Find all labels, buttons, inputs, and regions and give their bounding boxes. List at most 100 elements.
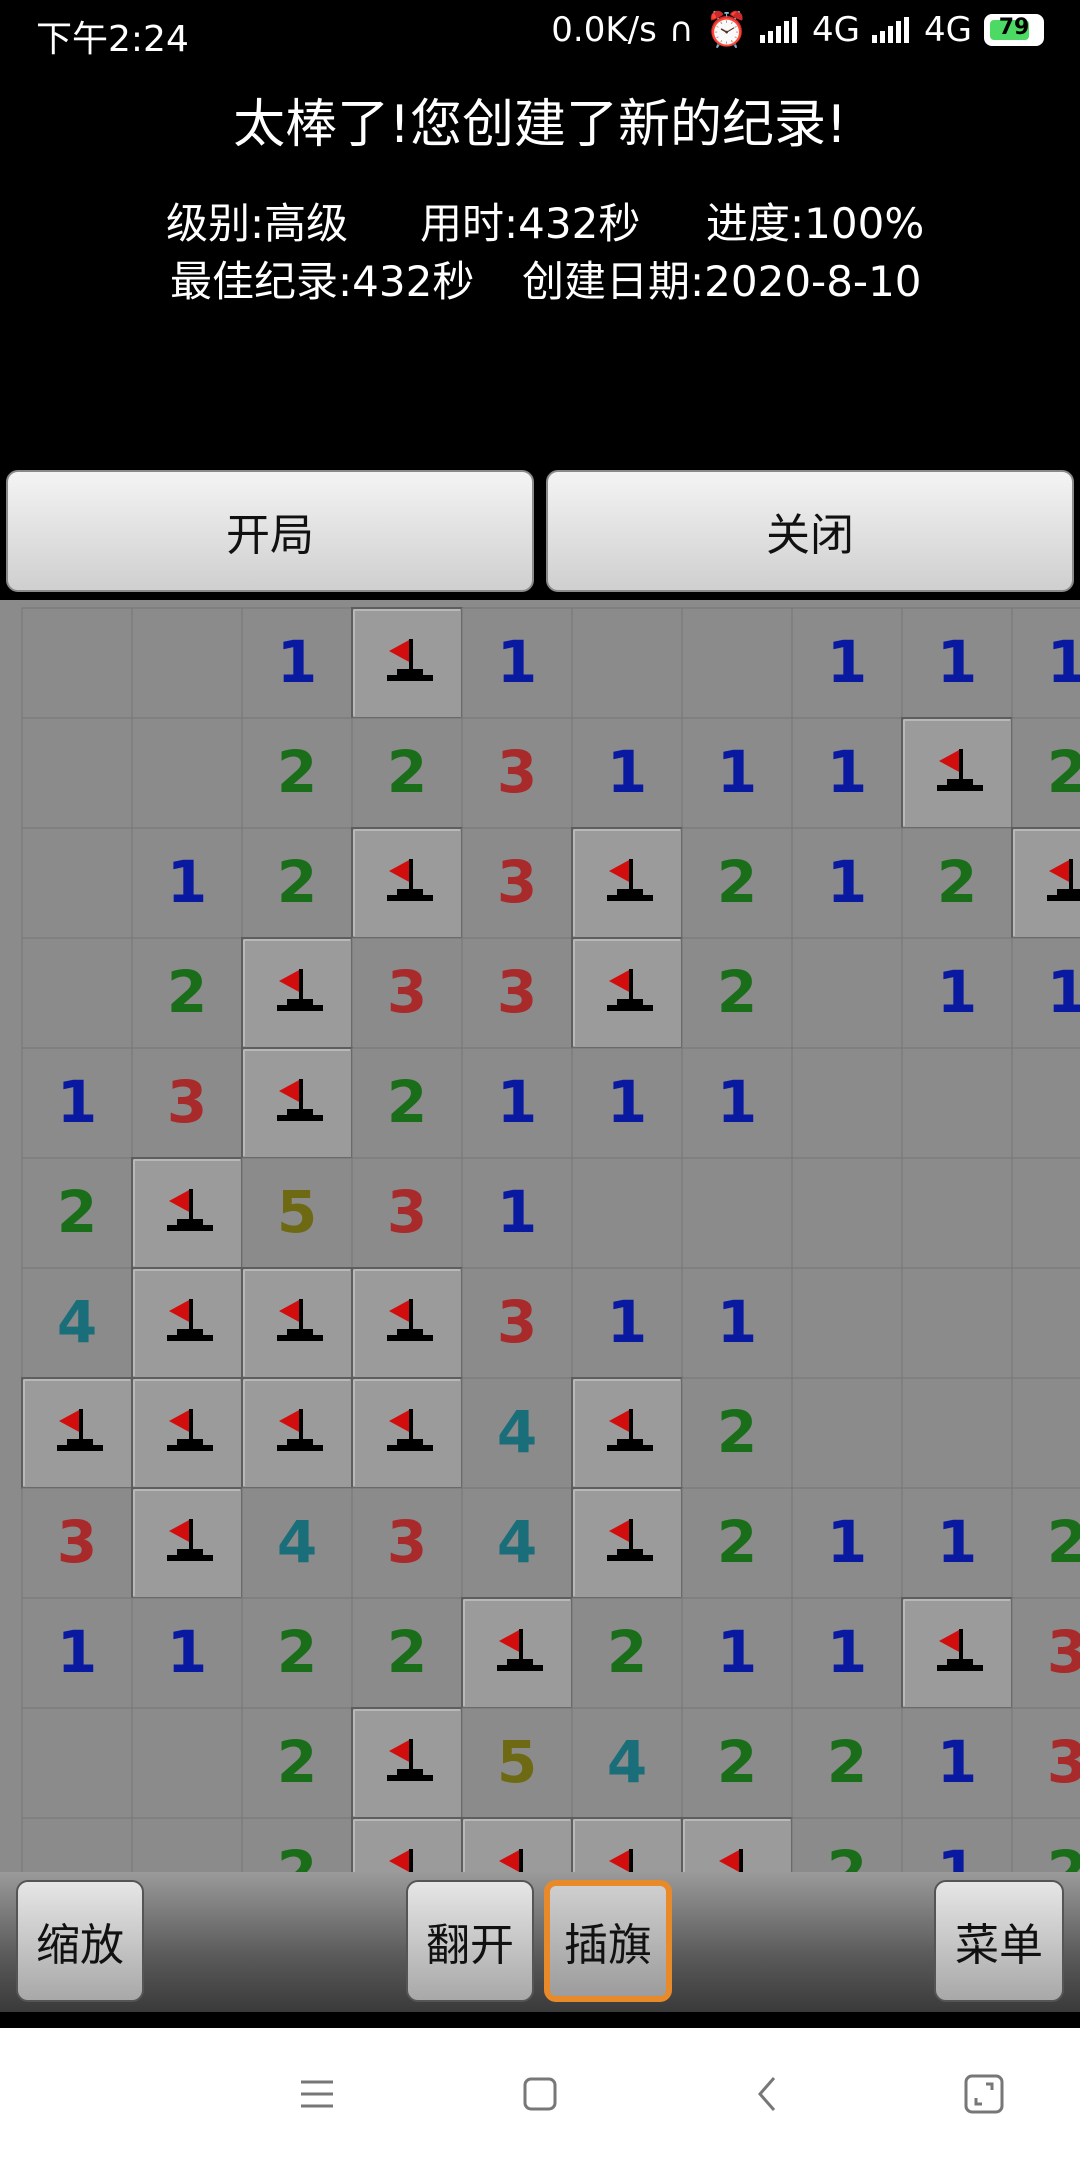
board-cell[interactable] [351, 1377, 463, 1489]
board-cell[interactable] [131, 1377, 243, 1489]
board-cell[interactable]: 1 [1011, 937, 1080, 1049]
board-cell[interactable]: 2 [241, 717, 353, 829]
board-cell[interactable]: 2 [681, 1707, 793, 1819]
board-cell[interactable] [21, 1707, 133, 1819]
board-cell[interactable]: 2 [241, 1707, 353, 1819]
board-cell[interactable] [131, 607, 243, 719]
board-cell[interactable] [791, 1157, 903, 1269]
board-cell[interactable]: 5 [241, 1157, 353, 1269]
board-cell[interactable]: 1 [791, 827, 903, 939]
board-cell[interactable] [241, 1047, 353, 1159]
board-cell[interactable]: 1 [681, 1597, 793, 1709]
board-cell[interactable] [571, 1817, 683, 1872]
board-cell[interactable]: 3 [1011, 1707, 1080, 1819]
board-cell[interactable]: 1 [901, 1707, 1013, 1819]
board-cell[interactable] [1011, 1047, 1080, 1159]
board-cell[interactable]: 1 [131, 1597, 243, 1709]
board-cell[interactable]: 1 [791, 607, 903, 719]
back-icon[interactable] [746, 2072, 790, 2116]
board-cell[interactable] [571, 1487, 683, 1599]
minesweeper-board[interactable]: 1 1 1 1 1 2 2 3 1 1 1 2 1 2 3 2 1 2 2 3 3 2 1 1 1 3 2 1 1 1 2 5 3 1 4 3 1 1 4 2… [0, 600, 1080, 1872]
board-cell[interactable]: 4 [241, 1487, 353, 1599]
board-cell[interactable]: 2 [241, 1817, 353, 1872]
board-cell[interactable] [571, 1377, 683, 1489]
board-cell[interactable] [571, 827, 683, 939]
board-cell[interactable]: 2 [131, 937, 243, 1049]
board-cell[interactable] [901, 717, 1013, 829]
board-cell[interactable] [241, 937, 353, 1049]
zoom-button[interactable]: 缩放 [16, 1880, 144, 2002]
board-cell[interactable] [131, 1707, 243, 1819]
board-cell[interactable]: 1 [21, 1047, 133, 1159]
board-cell[interactable]: 1 [791, 1487, 903, 1599]
board-cell[interactable] [351, 607, 463, 719]
board-cell[interactable]: 2 [1011, 717, 1080, 829]
board-cell[interactable]: 3 [461, 717, 573, 829]
board-cell[interactable] [351, 1707, 463, 1819]
board-cell[interactable] [791, 1267, 903, 1379]
board-cell[interactable]: 1 [901, 1487, 1013, 1599]
board-cell[interactable] [461, 1597, 573, 1709]
board-cell[interactable] [241, 1377, 353, 1489]
board-cell[interactable] [351, 827, 463, 939]
board-cell[interactable]: 2 [681, 1377, 793, 1489]
home-icon[interactable] [518, 2072, 562, 2116]
board-cell[interactable] [21, 717, 133, 829]
board-cell[interactable]: 2 [681, 937, 793, 1049]
board-cell[interactable]: 2 [791, 1707, 903, 1819]
board-cell[interactable]: 1 [461, 1157, 573, 1269]
board-cell[interactable]: 4 [461, 1377, 573, 1489]
board-cell[interactable]: 2 [241, 827, 353, 939]
board-cell[interactable] [791, 1377, 903, 1489]
board-cell[interactable]: 1 [131, 827, 243, 939]
board-cell[interactable]: 1 [681, 717, 793, 829]
board-cell[interactable] [131, 1487, 243, 1599]
board-cell[interactable]: 3 [21, 1487, 133, 1599]
board-cell[interactable] [791, 937, 903, 1049]
board-cell[interactable]: 3 [461, 827, 573, 939]
board-cell[interactable]: 1 [21, 1597, 133, 1709]
board-cell[interactable]: 2 [351, 717, 463, 829]
board-cell[interactable] [131, 717, 243, 829]
board-cell[interactable]: 3 [351, 937, 463, 1049]
board-cell[interactable]: 3 [461, 937, 573, 1049]
board-cell[interactable]: 2 [351, 1047, 463, 1159]
board-cell[interactable] [571, 937, 683, 1049]
board-cell[interactable]: 1 [681, 1267, 793, 1379]
reveal-button[interactable]: 翻开 [406, 1880, 534, 2002]
board-cell[interactable] [131, 1267, 243, 1379]
board-cell[interactable]: 1 [901, 1817, 1013, 1872]
board-cell[interactable] [351, 1267, 463, 1379]
board-cell[interactable]: 1 [901, 607, 1013, 719]
menu-icon[interactable] [295, 2072, 339, 2116]
board-cell[interactable] [901, 1047, 1013, 1159]
start-game-button[interactable]: 开局 [6, 470, 534, 592]
board-cell[interactable]: 2 [1011, 1487, 1080, 1599]
board-cell[interactable]: 3 [351, 1157, 463, 1269]
board-cell[interactable]: 4 [461, 1487, 573, 1599]
board-cell[interactable]: 1 [571, 1047, 683, 1159]
board-cell[interactable] [1011, 1157, 1080, 1269]
board-cell[interactable] [901, 1597, 1013, 1709]
board-cell[interactable]: 1 [241, 607, 353, 719]
board-cell[interactable] [21, 607, 133, 719]
board-cell[interactable] [461, 1817, 573, 1872]
board-cell[interactable] [901, 1157, 1013, 1269]
board-cell[interactable] [571, 607, 683, 719]
board-cell[interactable]: 1 [571, 1267, 683, 1379]
board-cell[interactable]: 2 [351, 1597, 463, 1709]
board-cell[interactable] [131, 1157, 243, 1269]
board-cell[interactable]: 2 [1011, 1817, 1080, 1872]
board-cell[interactable] [1011, 827, 1080, 939]
board-cell[interactable] [241, 1267, 353, 1379]
board-cell[interactable]: 3 [351, 1487, 463, 1599]
board-cell[interactable]: 1 [571, 717, 683, 829]
board-cell[interactable]: 1 [1011, 607, 1080, 719]
board-cell[interactable] [351, 1817, 463, 1872]
board-grid[interactable]: 1 1 1 1 1 2 2 3 1 1 1 2 1 2 3 2 1 2 2 3 3 2 1 1 1 3 2 1 1 1 2 5 3 1 4 3 1 1 4 2… [0, 600, 1080, 1872]
menu-button[interactable]: 菜单 [934, 1880, 1064, 2002]
board-cell[interactable]: 1 [791, 717, 903, 829]
board-cell[interactable]: 2 [791, 1817, 903, 1872]
board-cell[interactable] [681, 1157, 793, 1269]
board-cell[interactable]: 2 [901, 827, 1013, 939]
